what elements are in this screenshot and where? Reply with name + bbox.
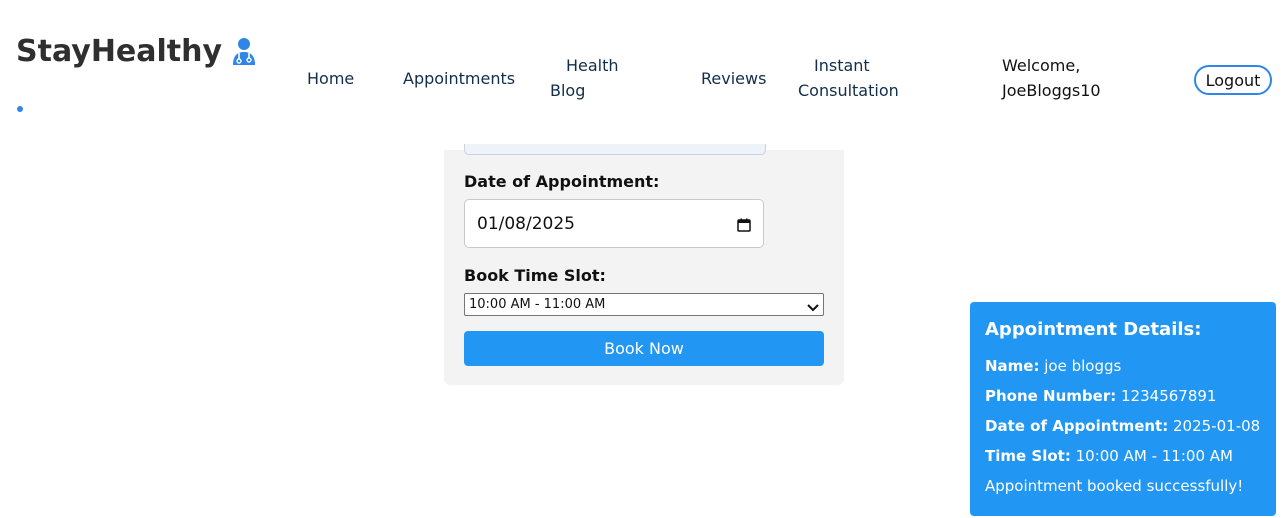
chevron-down-icon — [807, 301, 819, 311]
nav-health-blog[interactable]: Health Blog — [550, 53, 640, 103]
nav-consultation-line2: Consultation — [798, 81, 899, 100]
doctor-icon — [230, 37, 258, 67]
brand-name: StayHealthy — [16, 34, 223, 69]
time-slot-label: Book Time Slot: — [464, 266, 606, 285]
detail-name-key: Name: — [985, 357, 1040, 375]
calendar-icon[interactable] — [737, 217, 751, 232]
date-label: Date of Appointment: — [464, 172, 660, 191]
previous-input-edge[interactable] — [464, 144, 766, 155]
nav-health-blog-line1: Health — [566, 56, 619, 75]
nav-home[interactable]: Home — [307, 66, 354, 91]
detail-date-value: 2025-01-08 — [1173, 417, 1261, 435]
welcome-greeting: Welcome, — [1002, 56, 1081, 75]
logout-button[interactable]: Logout — [1194, 65, 1272, 95]
nav-instant-consultation[interactable]: Instant Consultation — [798, 53, 918, 103]
date-input[interactable]: 01/08/2025 — [464, 199, 764, 248]
detail-slot-row: Time Slot: 10:00 AM - 11:00 AM — [985, 441, 1261, 471]
bullet-dot — [17, 106, 23, 112]
detail-phone-key: Phone Number: — [985, 387, 1117, 405]
detail-slot-key: Time Slot: — [985, 447, 1071, 465]
nav-reviews[interactable]: Reviews — [701, 66, 766, 91]
appointment-details-panel: Appointment Details: Name: joe bloggs Ph… — [970, 302, 1276, 516]
welcome-message: Welcome, JoeBloggs10 — [1002, 53, 1132, 103]
date-value: 01/08/2025 — [477, 213, 575, 234]
booking-form: Date of Appointment: 01/08/2025 Book Tim… — [444, 144, 844, 385]
navbar: StayHealthy Home Appointments Health Blo… — [0, 0, 1287, 150]
booking-status-message: Appointment booked successfully! — [985, 477, 1244, 495]
nav-health-blog-line2: Blog — [550, 81, 586, 100]
welcome-username: JoeBloggs10 — [1002, 81, 1101, 100]
time-slot-value: 10:00 AM - 11:00 AM — [469, 297, 606, 312]
book-now-button[interactable]: Book Now — [464, 331, 824, 366]
detail-slot-value: 10:00 AM - 11:00 AM — [1075, 447, 1233, 465]
detail-phone-value: 1234567891 — [1121, 387, 1217, 405]
detail-name-row: Name: joe bloggs — [985, 351, 1261, 381]
nav-consultation-line1: Instant — [814, 56, 870, 75]
brand[interactable]: StayHealthy — [16, 34, 258, 69]
detail-date-key: Date of Appointment: — [985, 417, 1169, 435]
detail-name-value: joe bloggs — [1044, 357, 1122, 375]
detail-date-row: Date of Appointment: 2025-01-08 — [985, 411, 1261, 441]
detail-phone-row: Phone Number: 1234567891 — [985, 381, 1261, 411]
details-title: Appointment Details: — [985, 319, 1202, 340]
nav-appointments[interactable]: Appointments — [403, 66, 515, 91]
time-slot-select[interactable]: 10:00 AM - 11:00 AM — [464, 293, 824, 316]
